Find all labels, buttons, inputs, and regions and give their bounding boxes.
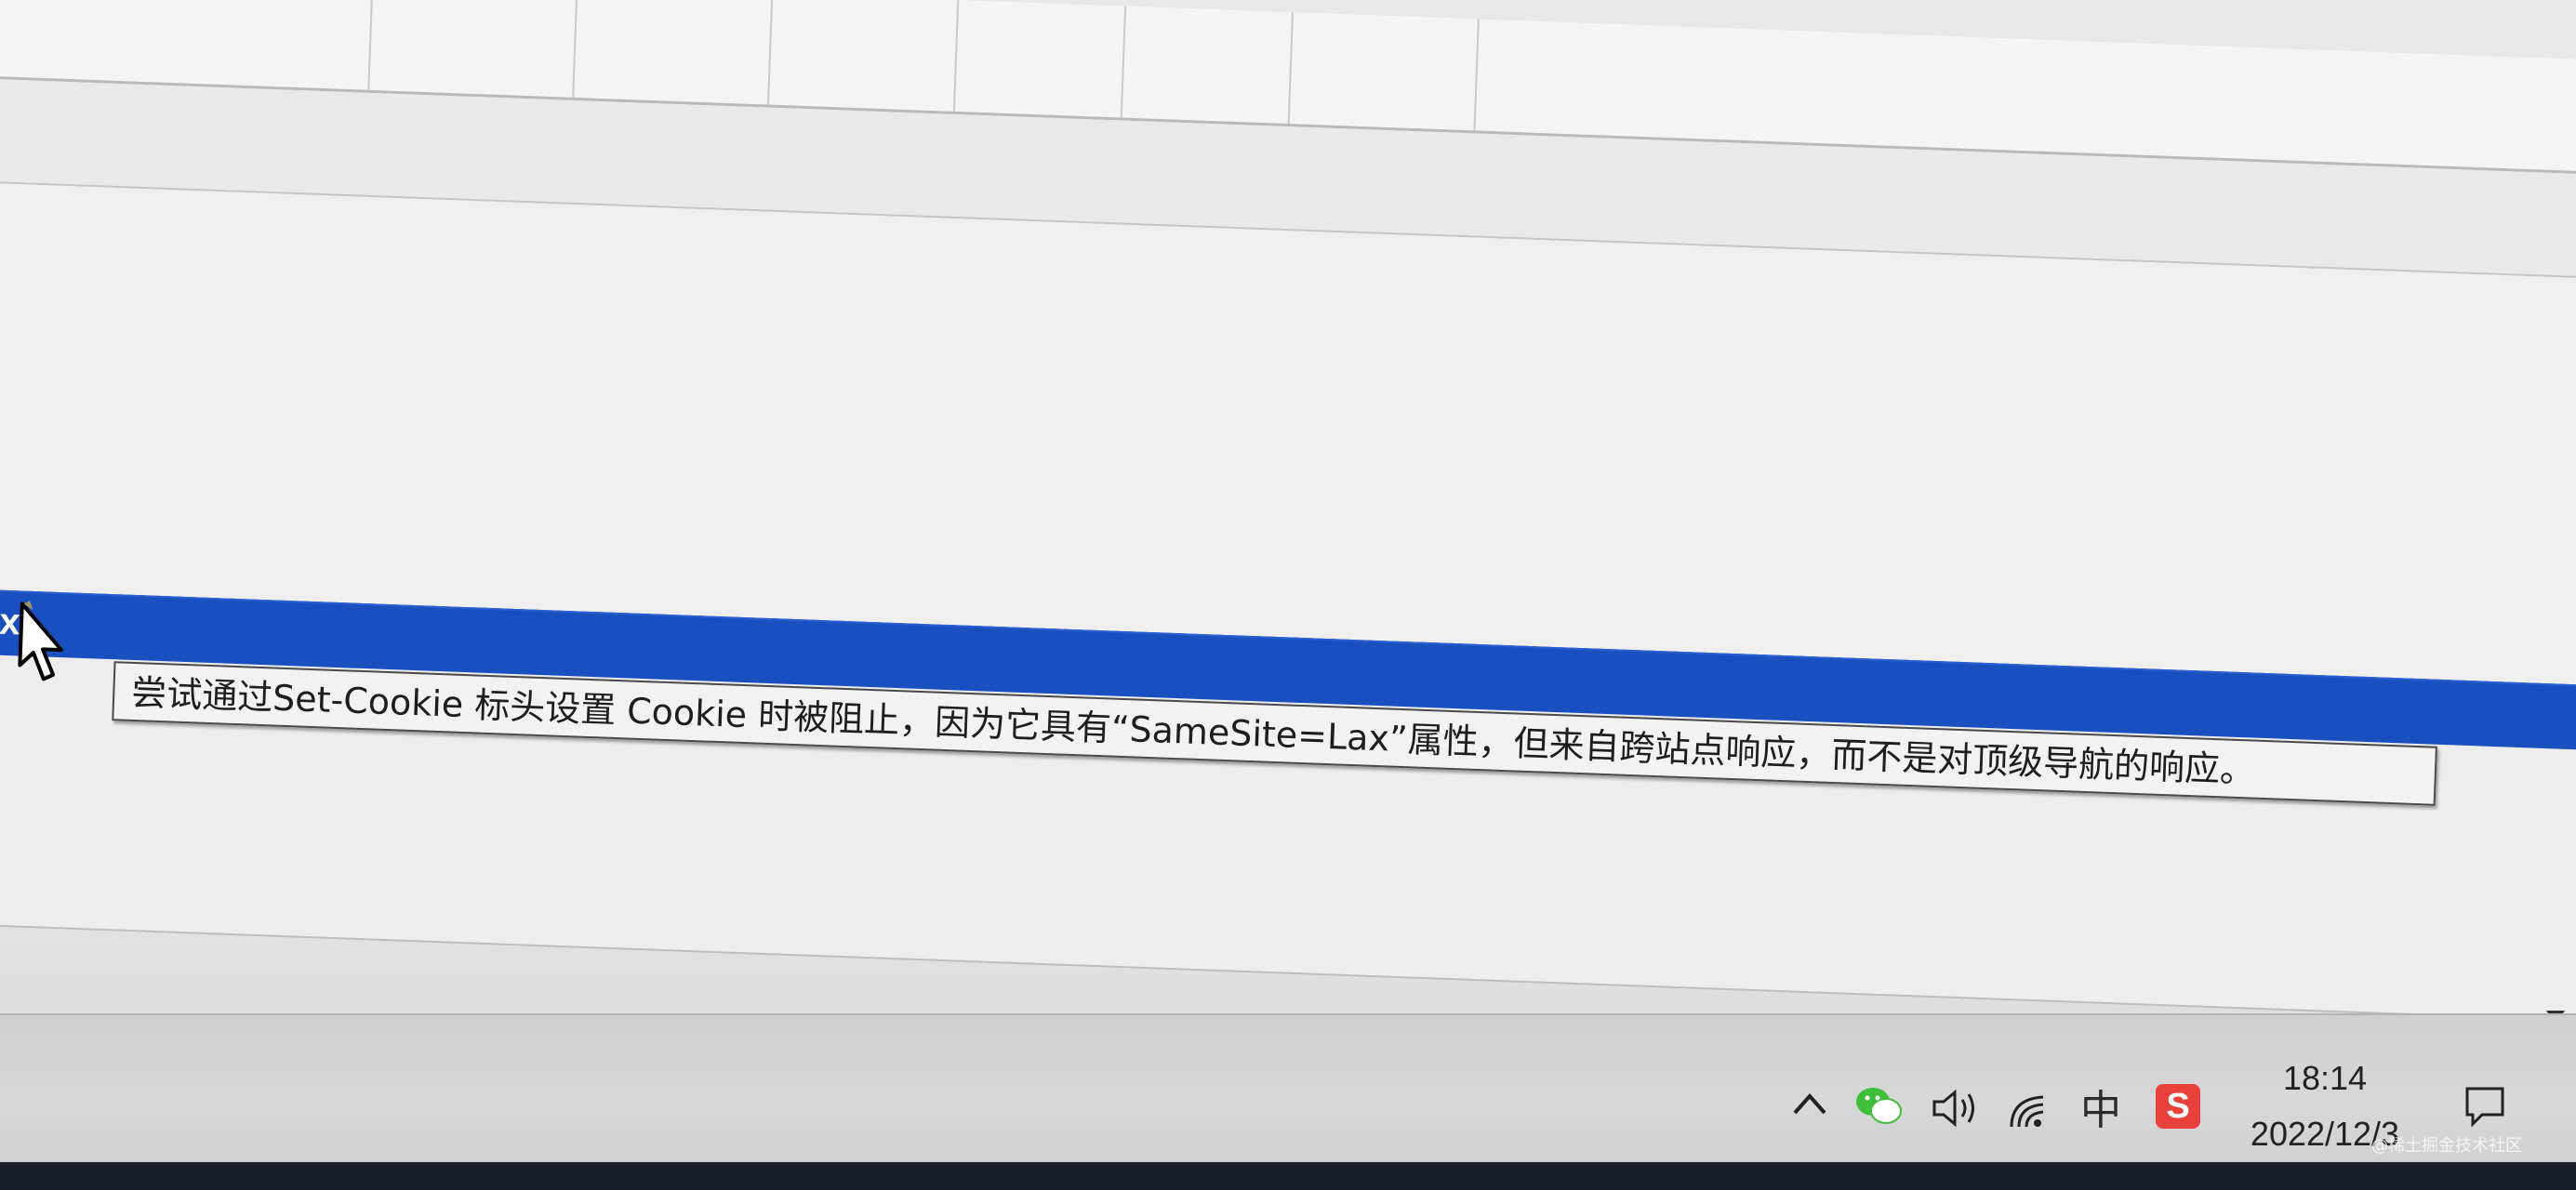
taskbar-bottom-edge <box>0 1162 2576 1190</box>
clock-time: 18:14 <box>2282 1059 2368 1097</box>
ime-mode-indicator[interactable]: 中 <box>2070 1077 2131 1136</box>
sogou-input-icon[interactable]: S <box>2156 1084 2200 1129</box>
column-divider[interactable] <box>952 0 960 112</box>
chevron-up-icon[interactable] <box>1784 1078 1836 1130</box>
mouse-cursor-icon <box>18 600 64 681</box>
wifi-icon[interactable] <box>2001 1083 2057 1139</box>
screen: ax 尝试通过Set-Cookie 标头设置 Cookie 时被阻止，因为它具有… <box>0 0 2576 1190</box>
column-divider[interactable] <box>367 0 374 90</box>
column-divider[interactable] <box>1120 6 1127 118</box>
column-divider[interactable] <box>1287 12 1295 125</box>
column-divider[interactable] <box>572 0 578 98</box>
column-divider[interactable] <box>1473 19 1480 131</box>
volume-icon[interactable] <box>1925 1080 1985 1136</box>
notification-icon[interactable] <box>2455 1077 2515 1136</box>
column-divider[interactable] <box>767 0 774 105</box>
wechat-icon[interactable] <box>1851 1078 1906 1134</box>
watermark: @稀土掘金技术社区 <box>2371 1136 2522 1156</box>
devtools-network-panel: ax 尝试通过Set-Cookie 标头设置 Cookie 时被阻止，因为它具有… <box>0 0 2576 1139</box>
